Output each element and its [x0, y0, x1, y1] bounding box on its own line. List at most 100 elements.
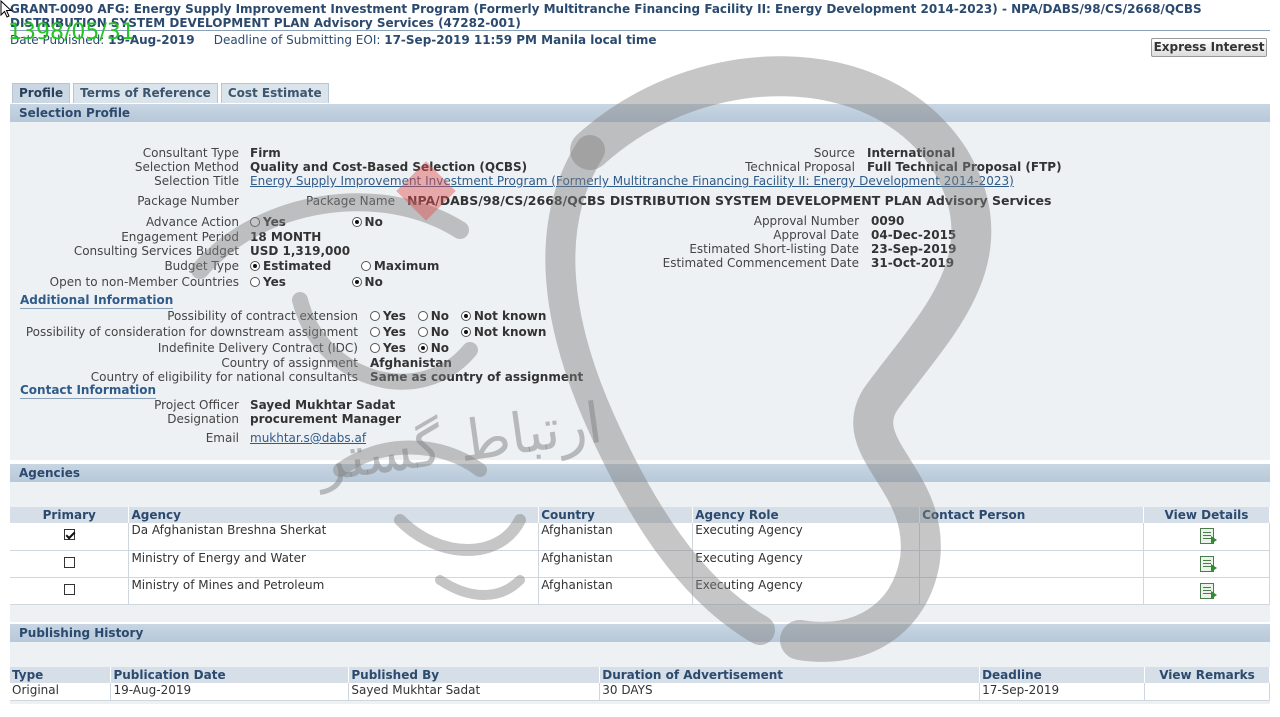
downstream-label: Possibility of consideration for downstr…	[25, 325, 358, 339]
selection-profile-header: Selection Profile	[10, 104, 1270, 122]
downstream-yes-label: Yes	[383, 325, 406, 339]
approval-date-value: 04-Dec-2015	[871, 228, 957, 242]
deadline-label: Deadline of Submitting EOI:	[213, 33, 381, 47]
country-cell: Afghanistan	[538, 577, 694, 605]
col-contact-person: Contact Person	[919, 507, 1144, 523]
budget-maximum-radio[interactable]	[360, 261, 371, 271]
agency-cell: Ministry of Energy and Water	[128, 550, 540, 578]
advance-action-radios: Yes No	[250, 215, 391, 229]
budget-type-label: Budget Type	[164, 259, 239, 273]
engagement-period-value: 18 MONTH	[250, 230, 322, 244]
designation-label: Designation	[167, 412, 239, 426]
open-nonmember-yes-radio[interactable]	[250, 277, 260, 287]
date-stamp: 1398/05/31	[8, 20, 135, 45]
extension-not-known-label: Not known	[473, 309, 547, 323]
idc-no-radio[interactable]	[417, 343, 428, 353]
agency-cell: Da Afghanistan Breshna Sherkat	[128, 523, 540, 551]
agencies-header-row: Primary Agency Country Agency Role Conta…	[10, 507, 1270, 523]
idc-no-label: No	[430, 341, 449, 355]
duration-cell: 30 DAYS	[599, 683, 981, 701]
details-cell	[1143, 523, 1270, 551]
publication-date-cell: 19-Aug-2019	[110, 683, 350, 701]
budget-estimated-radio[interactable]	[250, 261, 260, 271]
details-cell	[1143, 577, 1270, 605]
type-cell: Original	[10, 683, 112, 701]
budget-type-radios: Estimated Maximum	[250, 259, 447, 273]
budget-estimated-label: Estimated	[263, 259, 332, 273]
source-label: Source	[813, 146, 855, 160]
table-row: Da Afghanistan Breshna Sherkat Afghanist…	[10, 523, 1270, 551]
package-name-label: Package Name	[306, 194, 395, 208]
advance-action-yes-label: Yes	[263, 215, 286, 229]
tab-profile[interactable]: Profile	[12, 83, 71, 103]
downstream-no-radio[interactable]	[417, 327, 428, 337]
country-cell: Afghanistan	[538, 523, 694, 551]
view-details-icon[interactable]	[1199, 582, 1217, 599]
view-details-icon[interactable]	[1199, 528, 1217, 544]
designation-value: procurement Manager	[250, 412, 401, 426]
budget-maximum-label: Maximum	[373, 259, 440, 273]
col-deadline: Deadline	[979, 667, 1146, 683]
table-row: Ministry of Energy and Water Afghanistan…	[10, 550, 1270, 578]
col-view-remarks: View Remarks	[1144, 667, 1270, 683]
selection-title-link[interactable]: Energy Supply Improvement Investment Pro…	[250, 174, 1014, 188]
extension-no-radio[interactable]	[417, 311, 428, 321]
col-primary: Primary	[10, 507, 130, 523]
open-nonmember-yes-label: Yes	[263, 275, 286, 289]
extension-yes-radio[interactable]	[370, 311, 380, 321]
title-divider	[10, 30, 1270, 31]
downstream-yes-radio[interactable]	[370, 327, 380, 337]
primary-checkbox[interactable]	[63, 556, 75, 568]
primary-cell	[10, 523, 130, 551]
country-assignment-label: Country of assignment	[221, 356, 358, 370]
col-agency-role: Agency Role	[692, 507, 921, 523]
email-link[interactable]: mukhtar.s@dabs.af	[250, 431, 366, 445]
idc-yes-radio[interactable]	[370, 343, 380, 353]
budget-value: USD 1,319,000	[250, 244, 351, 258]
shortlisting-date-value: 23-Sep-2019	[871, 242, 957, 256]
col-country: Country	[538, 507, 694, 523]
eligibility-label: Country of eligibility for national cons…	[90, 370, 358, 384]
publishing-history-table: Type Publication Date Published By Durat…	[10, 667, 1270, 701]
advance-action-label: Advance Action	[145, 215, 239, 229]
contact-cell	[919, 523, 1144, 551]
col-published-by: Published By	[348, 667, 601, 683]
country-cell: Afghanistan	[538, 550, 694, 578]
agencies-header: Agencies	[10, 464, 1270, 482]
role-cell: Executing Agency	[692, 523, 921, 551]
primary-cell	[10, 577, 130, 605]
primary-checkbox[interactable]	[63, 583, 75, 595]
contact-information-heading: Contact Information	[20, 383, 157, 399]
agency-cell: Ministry of Mines and Petroleum	[128, 577, 540, 605]
table-row: Original 19-Aug-2019 Sayed Mukhtar Sadat…	[10, 683, 1270, 701]
downstream-not-known-radio[interactable]	[460, 327, 471, 337]
published-by-cell: Sayed Mukhtar Sadat	[348, 683, 601, 701]
deadline-value: 17-Sep-2019 11:59 PM Manila local time	[384, 33, 657, 47]
extension-no-label: No	[430, 309, 449, 323]
contact-cell	[919, 577, 1144, 605]
mouse-cursor-icon	[0, 0, 13, 18]
tab-terms-of-reference[interactable]: Terms of Reference	[73, 83, 218, 103]
advance-action-no-radio[interactable]	[351, 217, 362, 227]
tab-cost-estimate[interactable]: Cost Estimate	[220, 83, 329, 103]
remarks-cell[interactable]	[1144, 683, 1270, 701]
commencement-date-label: Estimated Commencement Date	[662, 256, 859, 270]
express-interest-button[interactable]: Express Interest	[1151, 38, 1267, 57]
approval-number-value: 0090	[871, 214, 905, 228]
page-title: GRANT-0090 AFG: Energy Supply Improvemen…	[10, 2, 1202, 30]
view-details-icon[interactable]	[1199, 555, 1217, 572]
open-nonmember-no-radio[interactable]	[351, 277, 362, 287]
role-cell: Executing Agency	[692, 577, 921, 605]
downstream-radios: Yes No Not known	[370, 325, 554, 339]
email-label: Email	[205, 431, 239, 445]
advance-action-yes-radio[interactable]	[250, 217, 260, 227]
history-header-row: Type Publication Date Published By Durat…	[10, 667, 1270, 683]
commencement-date-value: 31-Oct-2019	[871, 256, 955, 270]
col-duration: Duration of Advertisement	[599, 667, 981, 683]
consultant-type-label: Consultant Type	[142, 146, 239, 160]
details-cell	[1143, 550, 1270, 578]
extension-not-known-radio[interactable]	[460, 311, 471, 321]
primary-checkbox[interactable]	[63, 529, 75, 540]
idc-yes-label: Yes	[383, 341, 406, 355]
col-type: Type	[10, 667, 112, 683]
